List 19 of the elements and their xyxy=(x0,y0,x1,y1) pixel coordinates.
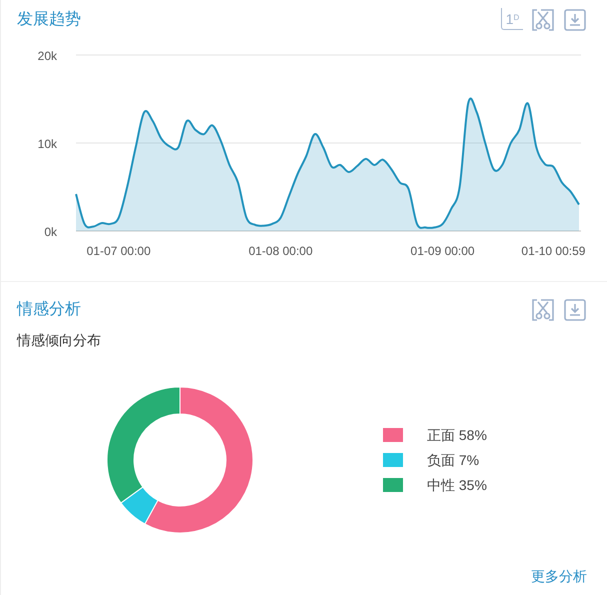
x-axis-label: 01-07 00:00 xyxy=(86,244,151,258)
crop-icon[interactable] xyxy=(531,8,555,32)
legend-label: 负面 7% xyxy=(427,450,480,470)
panel-title: 情感分析 xyxy=(17,300,81,320)
crop-icon[interactable] xyxy=(531,298,555,322)
legend-label: 正面 58% xyxy=(427,426,487,444)
x-axis-label: 01-08 00:00 xyxy=(248,244,313,258)
y-axis-label: 20k xyxy=(38,49,57,63)
legend-label: 中性 35% xyxy=(427,476,487,494)
x-axis-label: 01-09 00:00 xyxy=(410,244,475,258)
toggle-button[interactable]: 1$^{D}$ xyxy=(501,8,523,30)
chart-subtitle: 情感倾向分布 xyxy=(17,331,102,350)
more-analysis-link[interactable]: 更多分析 xyxy=(531,566,587,587)
download-icon[interactable] xyxy=(563,298,587,322)
y-axis-label: 0k xyxy=(44,225,57,239)
x-axis-label: 01-10 00:59 xyxy=(521,244,586,258)
panel-title: 发展趋势 xyxy=(17,10,81,30)
y-axis-label: 10k xyxy=(38,137,57,151)
download-icon[interactable] xyxy=(563,8,587,32)
